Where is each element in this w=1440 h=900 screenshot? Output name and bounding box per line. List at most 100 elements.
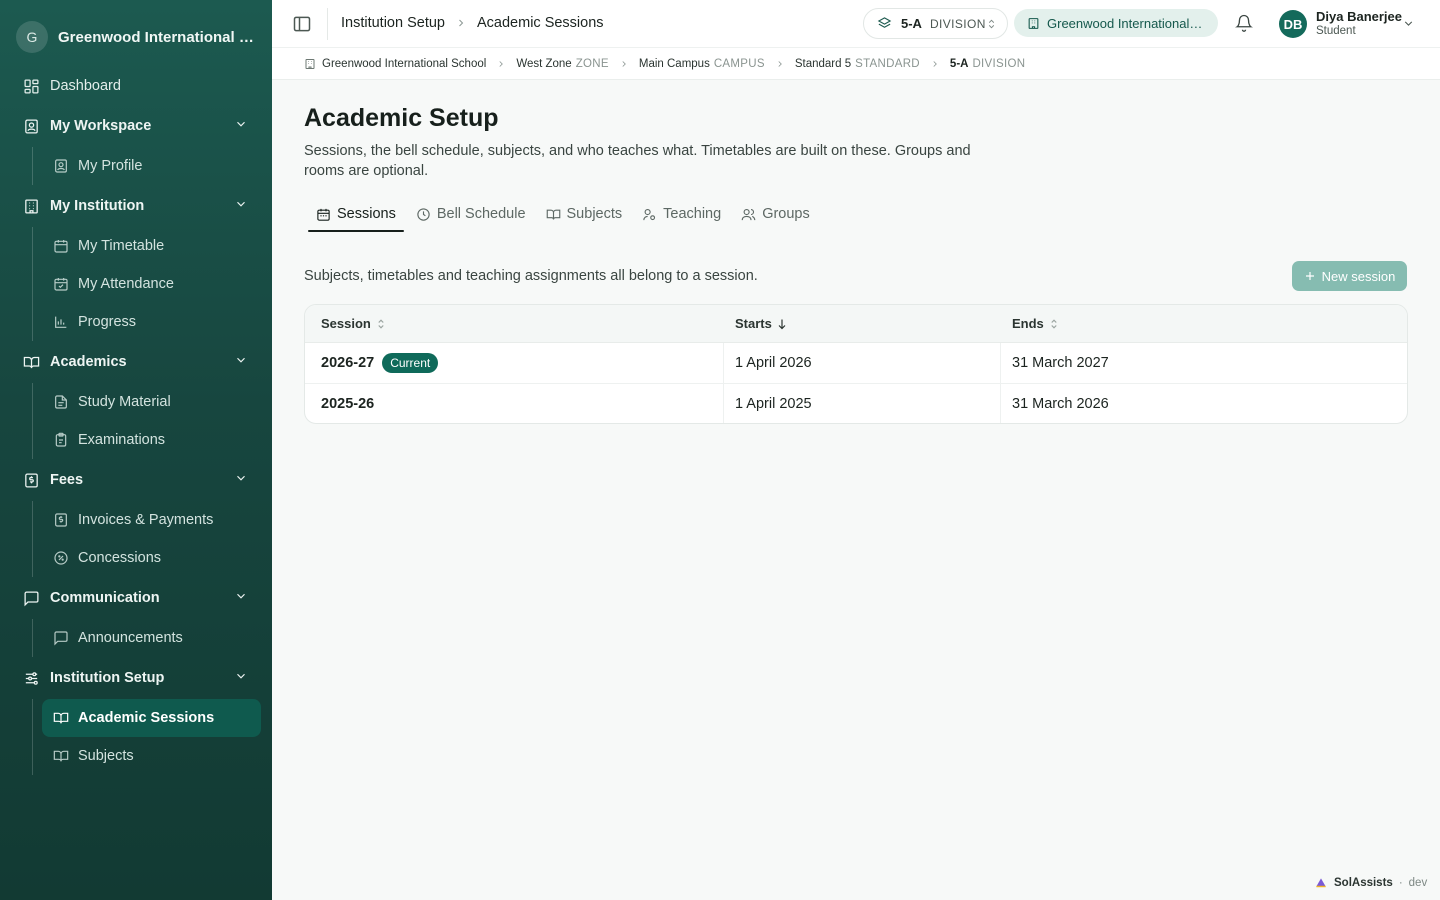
sliders-icon: [25, 671, 38, 685]
bell-icon[interactable]: [1235, 14, 1253, 32]
sidebar-group-fees[interactable]: Fees: [0, 459, 272, 501]
sidebar-sublist: My Timetable My Attendance Progress: [32, 227, 272, 341]
sidebar-group-institution-setup[interactable]: Institution Setup: [0, 657, 272, 699]
sidebar-sublist: Announcements: [32, 619, 272, 657]
sidebar-item-concessions[interactable]: Concessions: [42, 539, 261, 577]
sidebar-item-label: Concessions: [78, 550, 162, 566]
sidebar-item-my-timetable[interactable]: My Timetable: [42, 227, 261, 265]
button-label: New session: [1321, 268, 1396, 284]
sidebar-item-label: Dashboard: [50, 78, 121, 94]
sidebar-item-my-profile[interactable]: My Profile: [42, 147, 261, 185]
footer-brand-name: SolAssists: [1334, 877, 1393, 889]
column-label: Starts: [735, 316, 772, 331]
book-open-icon: [53, 750, 69, 762]
school-name: Greenwood International School: [1047, 15, 1205, 31]
sidebar-item-invoices-payments[interactable]: Invoices & Payments: [42, 501, 261, 539]
breadcrumb-item[interactable]: Institution Setup: [341, 15, 445, 31]
user-name[interactable]: Diya Banerjee: [1316, 9, 1402, 24]
message-square-icon: [24, 590, 39, 606]
tab-teaching[interactable]: Teaching: [634, 202, 729, 232]
new-session-button[interactable]: New session: [1292, 261, 1407, 291]
cell-starts: 1 April 2026: [735, 355, 812, 371]
book-open-icon: [53, 712, 69, 724]
division-kind: DIVISION: [929, 16, 986, 31]
sidebar-group-my-institution[interactable]: My Institution: [0, 185, 272, 227]
tab-groups[interactable]: Groups: [733, 202, 818, 232]
tab-label: Teaching: [663, 206, 722, 222]
status-badge: Current: [382, 353, 439, 373]
calendar-icon: [54, 240, 68, 253]
sidebar-item-subjects[interactable]: Subjects: [42, 737, 261, 775]
column-header-ends[interactable]: Ends: [1012, 305, 1059, 343]
hierarchy-item-campus[interactable]: Main Campus CAMPUS: [639, 58, 765, 70]
chevron-down-icon[interactable]: [1402, 17, 1415, 30]
sort-icon: [378, 318, 384, 329]
sidebar-sublist: Study Material Examinations: [32, 383, 272, 459]
chevron-down-icon: [237, 201, 245, 207]
tab-bell-schedule[interactable]: Bell Schedule: [408, 202, 534, 232]
division-value: 5-A: [901, 16, 922, 31]
user-cog-icon: [643, 208, 656, 220]
hierarchy-item-school[interactable]: Greenwood International School: [322, 58, 486, 70]
divider: [327, 8, 328, 40]
hierarchy-item-division: 5-A DIVISION: [949, 57, 1026, 70]
avatar[interactable]: DB: [1279, 10, 1307, 38]
dashboard-icon: [24, 78, 39, 94]
sidebar-group-communication[interactable]: Communication: [0, 577, 272, 619]
bar-chart-icon: [55, 316, 67, 328]
column-header-starts[interactable]: Starts: [735, 305, 787, 343]
session-name: 2026-27: [321, 355, 375, 371]
hierarchy-breadcrumb: Greenwood International School West Zone…: [272, 48, 1440, 80]
hierarchy-item-zone[interactable]: West Zone ZONE: [516, 58, 609, 70]
sidebar-item-examinations[interactable]: Examinations: [42, 421, 261, 459]
book-open-icon: [546, 209, 560, 220]
table-row[interactable]: 2026-27 Current 1 April 2026 31 March 20…: [305, 343, 1407, 384]
tab-sessions[interactable]: Sessions: [308, 202, 404, 232]
clock-icon: [417, 207, 430, 221]
sidebar-group-academics[interactable]: Academics: [0, 341, 272, 383]
page-title: Academic Setup: [304, 104, 499, 132]
sidebar-group-label: Fees: [50, 472, 84, 488]
book-open-icon: [23, 356, 40, 368]
breadcrumb: Institution Setup Academic Sessions: [341, 15, 604, 31]
chevron-down-icon: [237, 475, 245, 481]
cell-session: 2026-27 Current: [321, 343, 439, 383]
sidebar-group-my-workspace[interactable]: My Workspace: [0, 105, 272, 147]
column-header-session[interactable]: Session: [321, 305, 386, 343]
tab-label: Groups: [762, 206, 810, 222]
division-selector[interactable]: 5-A DIVISION: [863, 8, 1008, 39]
sidebar-item-my-attendance[interactable]: My Attendance: [42, 265, 261, 303]
file-text-icon: [55, 395, 67, 409]
chevron-down-icon: [237, 121, 245, 127]
layers-icon: [877, 17, 892, 28]
sidebar: G Greenwood International School Dashboa…: [0, 0, 272, 900]
session-name: 2025-26: [321, 396, 375, 412]
sidebar-item-announcements[interactable]: Announcements: [42, 619, 261, 657]
sidebar-item-label: Study Material: [78, 394, 171, 410]
calendar-icon: [317, 208, 330, 221]
tab-bar: Sessions Bell Schedule Subjects Teaching…: [308, 202, 822, 232]
hierarchy-item-standard[interactable]: Standard 5 STANDARD: [795, 58, 920, 70]
sidebar-item-dashboard[interactable]: Dashboard: [0, 67, 272, 105]
table-row[interactable]: 2025-26 1 April 2025 31 March 2026: [305, 384, 1407, 423]
tab-label: Sessions: [337, 206, 396, 222]
sidebar-item-progress[interactable]: Progress: [42, 303, 261, 341]
building-icon: [305, 58, 315, 69]
tab-subjects[interactable]: Subjects: [538, 202, 631, 232]
sidebar-group-label: Institution Setup: [50, 670, 165, 686]
top-bar: Institution Setup Academic Sessions 5-A …: [272, 0, 1440, 48]
users-icon: [741, 208, 756, 220]
sidebar-group-label: My Institution: [50, 198, 145, 214]
column-label: Ends: [1012, 316, 1044, 331]
chevron-down-icon: [237, 673, 245, 679]
brand[interactable]: G Greenwood International School: [16, 20, 260, 54]
sidebar-toggle-icon[interactable]: [292, 14, 312, 34]
sidebar-item-label: Subjects: [78, 748, 134, 764]
sidebar-group-label: Academics: [50, 354, 127, 370]
school-selector[interactable]: Greenwood International School: [1014, 9, 1218, 37]
sidebar-group-label: My Workspace: [50, 118, 152, 134]
sidebar-item-study-material[interactable]: Study Material: [42, 383, 261, 421]
sidebar-item-label: Invoices & Payments: [78, 512, 214, 528]
sidebar-item-academic-sessions[interactable]: Academic Sessions: [42, 699, 261, 737]
sidebar-sublist: My Profile: [32, 147, 272, 185]
